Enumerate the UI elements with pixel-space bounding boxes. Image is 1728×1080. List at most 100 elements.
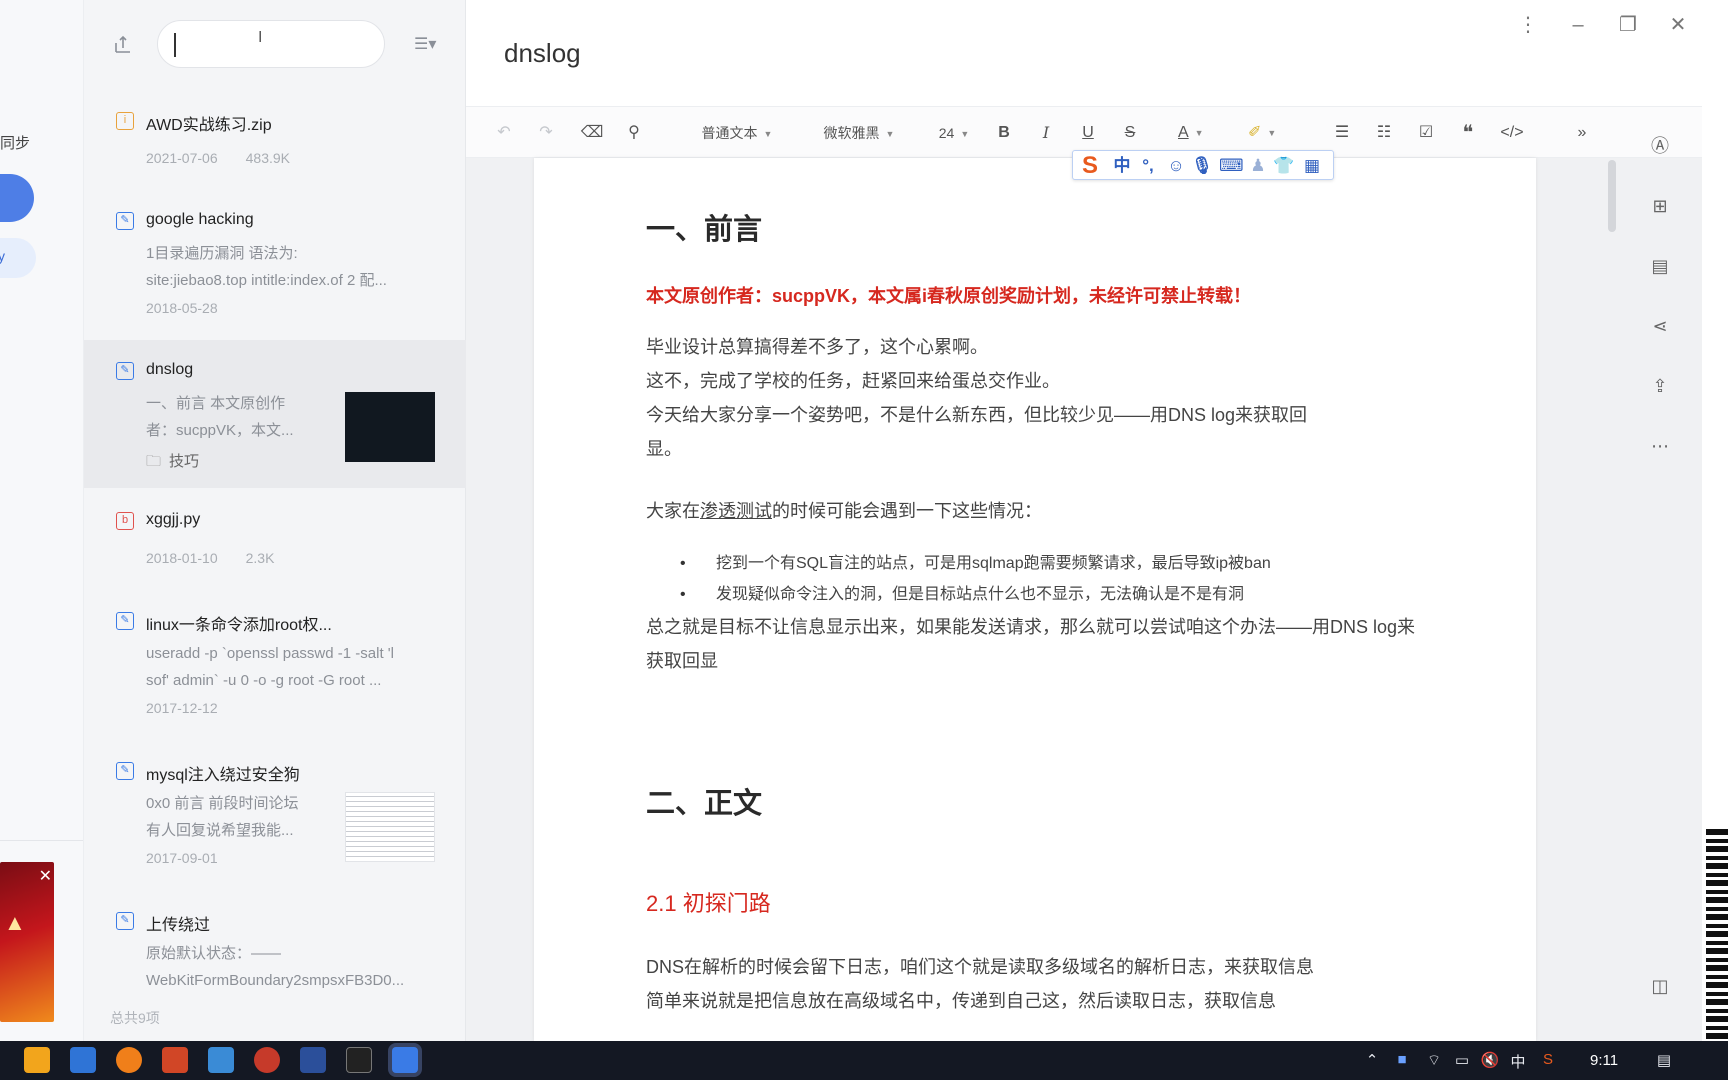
sync-label[interactable]: 同步 — [0, 132, 30, 153]
sidebar-divider — [0, 840, 83, 841]
note-title: google hacking — [146, 211, 254, 228]
font-color-button[interactable]: A ▼ — [1178, 121, 1212, 145]
paragraph: 今天给大家分享一个姿势吧，不是什么新东西，但比较少见——用DNS log来获取回 — [646, 405, 1308, 425]
qr-code-fragment — [1706, 826, 1728, 1056]
menu-dots-icon[interactable]: ⋮ — [1510, 8, 1546, 42]
document-body[interactable]: 一、前言 本文原创作者：sucppVK，本文属i春秋原创奖励计划，未经许可禁止转… — [534, 158, 1536, 1041]
note-date: 2018-01-10 — [146, 550, 218, 566]
note-item[interactable]: ✎ linux一条命令添加root权... useradd -p `openss… — [84, 606, 466, 732]
checkbox-list-icon[interactable]: ☑ — [1414, 121, 1438, 145]
heading-body: 二、正文 — [646, 788, 763, 820]
quote-icon[interactable]: ❝ — [1456, 121, 1480, 145]
share-icon[interactable]: ⋖ — [1646, 312, 1674, 340]
redo-icon[interactable]: ↷ — [534, 121, 558, 145]
close-icon[interactable]: ✕ — [39, 866, 52, 886]
clock[interactable]: 9:11 — [1590, 1052, 1618, 1069]
doc-title[interactable]: dnslog — [504, 38, 581, 69]
text-cursor-icon: I — [258, 29, 263, 46]
numbered-list-icon[interactable]: ☷ — [1372, 121, 1396, 145]
note-item[interactable]: i AWD实战练习.zip 2021-07-06 483.9K — [84, 96, 466, 182]
font-size-select[interactable]: 24 ▼ — [932, 121, 976, 145]
more-tools-icon[interactable]: » — [1570, 121, 1594, 145]
ime-toolbar[interactable]: S 中 °, ☺ 🎙 ⌨ ♟ 👕 ▦ — [1072, 150, 1334, 180]
paragraph: 毕业设计总算搞得差不多了，这个心累啊。 — [646, 337, 988, 357]
taskbar-cmd-icon[interactable] — [346, 1047, 372, 1073]
note-title: dnslog — [146, 361, 194, 378]
user-icon[interactable]: ♟ — [1247, 155, 1269, 177]
note-item[interactable]: ✎ mysql注入绕过安全狗 0x0 前言 前段时间论坛 有人回复说希望我能..… — [84, 756, 466, 882]
wifi-icon[interactable]: ⌔ — [1424, 1051, 1444, 1070]
chevron-down-icon: ▼ — [960, 129, 970, 140]
volume-icon[interactable]: 🔇 — [1480, 1051, 1500, 1069]
restore-icon[interactable]: ❐ — [1610, 8, 1646, 42]
format-painter-icon[interactable]: ⚲ — [622, 121, 646, 145]
parent-folder-icon[interactable] — [112, 34, 134, 56]
battery-icon[interactable]: ▭ — [1452, 1051, 1472, 1069]
chevron-down-icon: ▼ — [885, 129, 895, 140]
microphone-icon[interactable]: 🎙 — [1191, 155, 1213, 177]
notification-icon[interactable]: ▤ — [1654, 1051, 1674, 1069]
taskbar-ime-lang[interactable]: 中 — [1508, 1051, 1528, 1072]
underline-icon[interactable]: U — [1076, 121, 1100, 145]
note-item[interactable]: ✎ google hacking 1目录遍历漏洞 语法为: site:jieba… — [84, 196, 466, 322]
eraser-icon[interactable]: ⌫ — [580, 121, 604, 145]
outline-icon[interactable]: ▤ — [1646, 252, 1674, 280]
sogou-tray-icon[interactable]: S — [1538, 1051, 1558, 1068]
toolbox-icon[interactable]: ▦ — [1301, 155, 1323, 177]
paragraph-style-select[interactable]: 普通文本 ▼ — [692, 121, 782, 145]
scrollbar-track[interactable] — [1608, 158, 1616, 1041]
strikethrough-icon[interactable]: S — [1118, 121, 1142, 145]
taskbar-search-icon[interactable] — [116, 1047, 142, 1073]
emoji-icon[interactable]: ☺ — [1165, 155, 1187, 177]
highlight-button[interactable]: ✐ ▼ — [1248, 121, 1282, 145]
taskbar-app-icon[interactable] — [70, 1047, 96, 1073]
insert-icon[interactable]: ⊞ — [1646, 192, 1674, 220]
close-window-icon[interactable]: ✕ — [1660, 8, 1696, 42]
tray-note-icon[interactable]: ■ — [1392, 1051, 1412, 1068]
note-thumbnail — [345, 392, 435, 462]
list-view-icon[interactable]: ☰▾ — [414, 34, 444, 56]
font-select[interactable]: 微软雅黑 ▼ — [814, 121, 904, 145]
skin-icon[interactable]: 👕 — [1273, 155, 1295, 177]
taskbar-app-icon[interactable] — [208, 1047, 234, 1073]
bullet-list-icon[interactable]: ☰ — [1330, 121, 1354, 145]
note-snippet: 0x0 前言 前段时间论坛 — [146, 795, 299, 812]
note-item-active[interactable]: ✎ dnslog 一、前言 本文原创作 者：sucppVK，本文... 🗀 技巧 — [84, 340, 466, 488]
sync-sidebar: 同步 y ✕ ▲ — [0, 0, 84, 1041]
more-icon[interactable]: ⋯ — [1646, 432, 1674, 460]
note-item[interactable]: b xggjj.py 2018-01-10 2.3K — [84, 506, 466, 592]
bold-icon[interactable]: B — [992, 121, 1016, 145]
export-icon[interactable]: ⇪ — [1646, 372, 1674, 400]
promo-ad[interactable]: ✕ ▲ — [0, 862, 54, 1022]
chevron-down-icon: ▼ — [1267, 128, 1277, 138]
user-avatar[interactable] — [0, 174, 34, 222]
bullet-list: 挖到一个有SQL盲注的站点，可是用sqlmap跑需要频繁请求，最后导致ip被ba… — [646, 548, 1271, 610]
taskbar-note-app-icon[interactable] — [392, 1047, 418, 1073]
undo-icon[interactable]: ↶ — [492, 121, 516, 145]
ime-lang-toggle[interactable]: 中 — [1111, 155, 1133, 177]
code-icon[interactable]: </> — [1498, 121, 1526, 145]
text-format-icon[interactable]: Ⓐ — [1646, 132, 1674, 160]
panel-toggle-icon[interactable]: ◫ — [1646, 972, 1674, 1000]
taskbar-terminal-icon[interactable] — [300, 1047, 326, 1073]
minimize-icon[interactable]: – — [1560, 8, 1596, 42]
taskbar-app-icon[interactable] — [254, 1047, 280, 1073]
scrollbar-thumb[interactable] — [1608, 160, 1616, 232]
punctuation-icon[interactable]: °, — [1137, 155, 1159, 177]
note-meta: 2018-01-10 2.3K — [146, 550, 274, 566]
keyboard-icon[interactable]: ⌨ — [1219, 155, 1244, 177]
list-item: 挖到一个有SQL盲注的站点，可是用sqlmap跑需要频繁请求，最后导致ip被ba… — [646, 548, 1271, 579]
taskbar-powerpoint-icon[interactable] — [162, 1047, 188, 1073]
search-input[interactable] — [174, 33, 364, 57]
note-icon: ✎ — [116, 912, 134, 930]
note-snippet: sof' admin` -u 0 -o -g root -G root ... — [146, 672, 382, 689]
taskbar-app-icon[interactable] — [24, 1047, 50, 1073]
search-field[interactable]: I — [157, 20, 385, 68]
note-title: linux一条命令添加root权... — [146, 617, 332, 634]
italic-icon[interactable]: I — [1034, 121, 1058, 145]
sidebar-pill[interactable]: y — [0, 238, 36, 278]
note-item[interactable]: ✎ 上传绕过 原始默认状态：—— WebKitFormBoundary2smps… — [84, 906, 466, 1002]
tray-expand-icon[interactable]: ⌃ — [1362, 1051, 1382, 1069]
pentest-link[interactable]: 渗透测试 — [700, 501, 772, 521]
note-thumbnail — [345, 792, 435, 862]
